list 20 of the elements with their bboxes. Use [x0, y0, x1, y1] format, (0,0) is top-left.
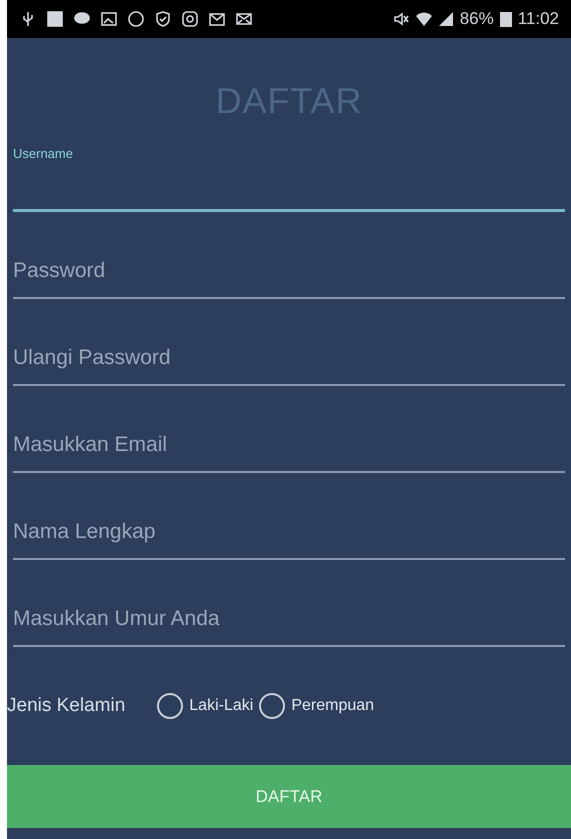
image-icon	[100, 10, 118, 28]
input-field[interactable]: Ulangi Password	[13, 299, 565, 386]
input-field[interactable]: Nama Lengkap	[13, 473, 565, 560]
battery-percent: 86%	[460, 8, 494, 30]
battery-icon	[500, 11, 512, 27]
mute-icon	[392, 10, 410, 28]
input-field[interactable]: Masukkan Email	[13, 386, 565, 473]
signal-icon	[438, 11, 454, 27]
input-field[interactable]: Username	[13, 144, 565, 212]
mail-icon	[208, 10, 226, 28]
shield-check-icon	[154, 10, 172, 28]
radio-option[interactable]: Laki-Laki	[157, 693, 254, 719]
gender-label: Jenis Kelamin	[7, 694, 126, 718]
input-field[interactable]: Masukkan Umur Anda	[13, 560, 565, 647]
radio-option[interactable]: Perempuan	[259, 693, 374, 719]
camera-icon	[181, 10, 199, 28]
wifi-icon	[416, 12, 432, 26]
input-field[interactable]: Password	[13, 212, 565, 299]
envelope-icon	[235, 10, 253, 28]
clock: 11:02	[518, 8, 559, 30]
